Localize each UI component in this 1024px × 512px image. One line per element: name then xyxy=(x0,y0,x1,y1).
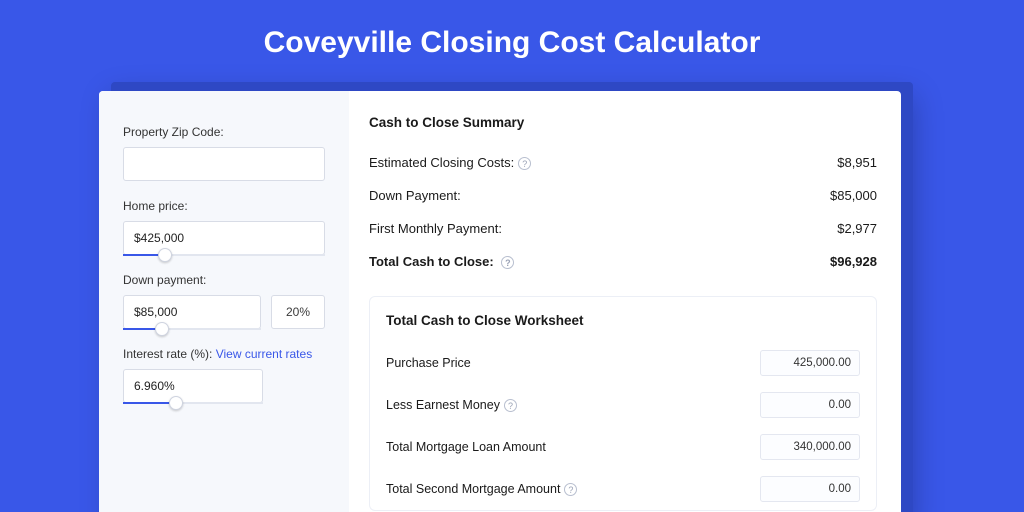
summary-row-label: First Monthly Payment: xyxy=(369,221,502,236)
worksheet-row-value[interactable] xyxy=(760,350,860,376)
worksheet-row: Purchase Price xyxy=(386,342,860,384)
slider-thumb[interactable] xyxy=(158,248,172,262)
page-title: Coveyville Closing Cost Calculator xyxy=(0,0,1024,82)
worksheet-row-value[interactable] xyxy=(760,476,860,502)
help-icon[interactable]: ? xyxy=(504,399,517,412)
slider-track xyxy=(123,402,263,404)
slider-thumb[interactable] xyxy=(155,322,169,336)
worksheet-rows: Purchase Price Less Earnest Money? Total M… xyxy=(386,342,860,510)
summary-total-label: Total Cash to Close: xyxy=(369,254,494,269)
summary-row: First Monthly Payment: $2,977 xyxy=(369,212,877,245)
down-payment-field: Down payment: 20% xyxy=(123,273,325,329)
zip-field: Property Zip Code: xyxy=(123,125,325,181)
summary-row: Down Payment: $85,000 xyxy=(369,179,877,212)
down-payment-percent[interactable]: 20% xyxy=(271,295,325,329)
worksheet-row-label: Total Mortgage Loan Amount xyxy=(386,440,546,454)
summary-row-label: Estimated Closing Costs: xyxy=(369,155,514,170)
slider-track xyxy=(123,254,325,256)
worksheet-row: Total Mortgage Loan Amount xyxy=(386,426,860,468)
interest-rate-label-text: Interest rate (%): xyxy=(123,347,216,361)
worksheet-row: Total Second Mortgage Amount? xyxy=(386,468,860,510)
summary-total-value: $96,928 xyxy=(830,254,877,269)
worksheet-row: Less Earnest Money? xyxy=(386,384,860,426)
worksheet-card: Total Cash to Close Worksheet Purchase P… xyxy=(369,296,877,511)
summary-title: Cash to Close Summary xyxy=(369,115,877,130)
inputs-panel: Property Zip Code: Home price: Down paym… xyxy=(99,91,349,512)
summary-total-row: Total Cash to Close: ? $96,928 xyxy=(369,245,877,278)
zip-label: Property Zip Code: xyxy=(123,125,325,139)
slider-track xyxy=(123,328,261,330)
help-icon[interactable]: ? xyxy=(564,483,577,496)
worksheet-row-label: Purchase Price xyxy=(386,356,471,370)
summary-row-value: $2,977 xyxy=(837,221,877,236)
interest-rate-label: Interest rate (%): View current rates xyxy=(123,347,325,361)
view-rates-link[interactable]: View current rates xyxy=(216,347,313,361)
interest-rate-field: Interest rate (%): View current rates xyxy=(123,347,325,403)
help-icon[interactable]: ? xyxy=(501,256,514,269)
zip-input[interactable] xyxy=(123,147,325,181)
worksheet-row-value[interactable] xyxy=(760,434,860,460)
summary-row-value: $85,000 xyxy=(830,188,877,203)
interest-rate-input[interactable] xyxy=(123,369,263,403)
home-price-slider[interactable] xyxy=(123,221,325,255)
home-price-input[interactable] xyxy=(123,221,325,255)
summary-row-label: Down Payment: xyxy=(369,188,461,203)
interest-rate-slider[interactable] xyxy=(123,369,263,403)
worksheet-row-label: Less Earnest Money xyxy=(386,398,500,412)
slider-thumb[interactable] xyxy=(169,396,183,410)
down-payment-slider[interactable] xyxy=(123,295,261,329)
worksheet-row-value[interactable] xyxy=(760,392,860,418)
summary-row-value: $8,951 xyxy=(837,155,877,170)
summary-rows: Estimated Closing Costs:? $8,951 Down Paym… xyxy=(369,146,877,245)
down-payment-input[interactable] xyxy=(123,295,261,329)
results-panel: Cash to Close Summary Estimated Closing … xyxy=(349,91,901,512)
down-payment-label: Down payment: xyxy=(123,273,325,287)
home-price-label: Home price: xyxy=(123,199,325,213)
help-icon[interactable]: ? xyxy=(518,157,531,170)
summary-row: Estimated Closing Costs:? $8,951 xyxy=(369,146,877,179)
worksheet-row-label: Total Second Mortgage Amount xyxy=(386,482,560,496)
worksheet-title: Total Cash to Close Worksheet xyxy=(386,313,860,328)
calculator-card: Property Zip Code: Home price: Down paym… xyxy=(99,91,901,512)
home-price-field: Home price: xyxy=(123,199,325,255)
calculator-card-backdrop: Property Zip Code: Home price: Down paym… xyxy=(111,82,913,512)
